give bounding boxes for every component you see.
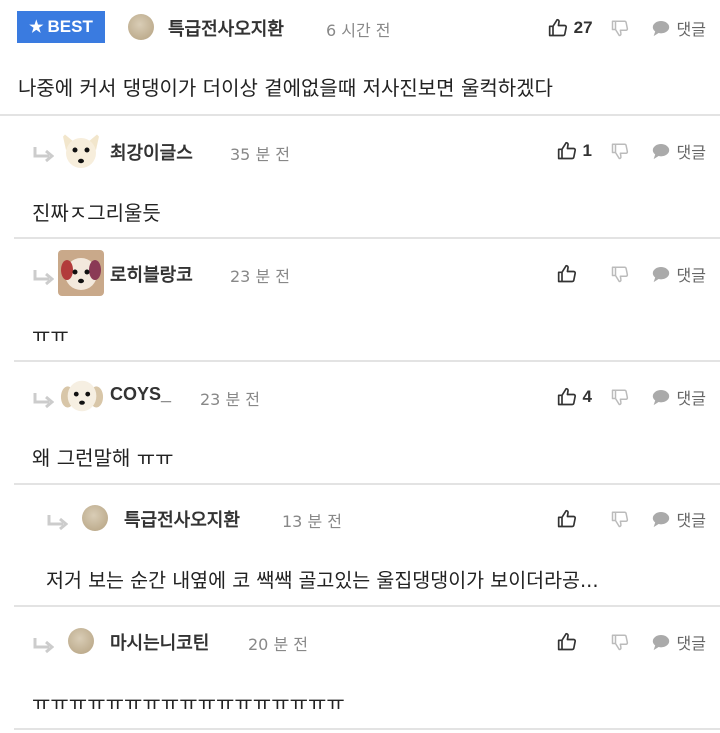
divider <box>14 237 720 239</box>
comment-text: 나중에 커서 댕댕이가 더이상 곁에없을때 저사진보면 울컥하겠다 <box>18 76 553 100</box>
timestamp: 23 분 전 <box>230 267 290 286</box>
speech-bubble-icon <box>651 142 671 160</box>
username[interactable]: 마시는니코틴 <box>110 629 209 655</box>
reply-arrow-icon <box>32 269 54 287</box>
like-count: 4 <box>582 387 593 406</box>
thumbs-up-icon <box>557 141 577 161</box>
comment-actions: 댓글 <box>557 630 706 654</box>
thumbs-down-icon <box>611 19 629 37</box>
username[interactable]: 최강이글스 <box>110 139 193 165</box>
best-badge: ★ BEST <box>17 11 105 43</box>
thumbs-down-icon <box>611 142 629 160</box>
dog-avatar-icon[interactable] <box>58 250 104 296</box>
dislike-button[interactable] <box>611 633 629 651</box>
reply-arrow-icon <box>32 637 54 655</box>
reply-label: 댓글 <box>676 634 706 653</box>
like-count: 27 <box>573 18 593 37</box>
reply-label: 댓글 <box>676 389 706 408</box>
comment-actions: 댓글 <box>557 507 706 531</box>
reply-button[interactable]: 댓글 <box>651 630 706 654</box>
speech-bubble-icon <box>651 19 671 37</box>
comment-text: 진짜ㅈ그리울듯 <box>32 201 161 225</box>
avatar[interactable] <box>128 14 154 40</box>
comment-actions: 댓글 <box>557 262 706 286</box>
thumbs-up-icon <box>557 387 577 407</box>
comment-actions: 4 댓글 <box>557 385 706 409</box>
like-button[interactable] <box>557 264 593 284</box>
thumbs-up-icon <box>557 264 577 284</box>
username[interactable]: 특급전사오지환 <box>124 506 240 532</box>
timestamp: 20 분 전 <box>248 635 308 654</box>
username[interactable]: 특급전사오지환 <box>168 15 284 41</box>
avatar[interactable] <box>82 505 108 531</box>
dislike-button[interactable] <box>611 265 629 283</box>
avatar[interactable] <box>68 628 94 654</box>
like-count: 1 <box>582 141 593 160</box>
thumbs-down-icon <box>611 388 629 406</box>
like-button[interactable]: 1 <box>557 141 593 161</box>
speech-bubble-icon <box>651 265 671 283</box>
reply-label: 댓글 <box>676 20 706 39</box>
username[interactable]: COYS_ <box>110 384 171 405</box>
comment-text: ㅠㅠㅠㅠㅠㅠㅠㅠㅠㅠㅠㅠㅠㅠㅠㅠㅠ <box>32 691 345 715</box>
divider <box>14 605 720 607</box>
dislike-button[interactable] <box>611 388 629 406</box>
like-button[interactable] <box>557 632 593 652</box>
reply-button[interactable]: 댓글 <box>651 139 706 163</box>
dog-avatar-icon[interactable] <box>58 128 104 174</box>
reply-arrow-icon <box>32 392 54 410</box>
like-button[interactable] <box>557 509 593 529</box>
timestamp: 6 시간 전 <box>326 21 391 40</box>
reply-arrow-icon <box>32 146 54 164</box>
speech-bubble-icon <box>651 388 671 406</box>
best-label: BEST <box>47 17 93 36</box>
divider <box>14 483 720 485</box>
timestamp: 35 분 전 <box>230 145 290 164</box>
reply-label: 댓글 <box>676 511 706 530</box>
like-button[interactable]: 27 <box>548 18 593 38</box>
comment-text: 저거 보는 순간 내옆에 코 쌕쌕 골고있는 울집댕댕이가 보이더라공... <box>46 569 599 592</box>
divider <box>14 360 720 362</box>
dislike-button[interactable] <box>611 19 629 37</box>
comment-text: ㅠㅠ <box>32 323 69 347</box>
reply-label: 댓글 <box>676 266 706 285</box>
thumbs-up-icon <box>548 18 568 38</box>
thumbs-down-icon <box>611 265 629 283</box>
thumbs-down-icon <box>611 510 629 528</box>
speech-bubble-icon <box>651 633 671 651</box>
thumbs-up-icon <box>557 632 577 652</box>
comment-actions: 1 댓글 <box>557 139 706 163</box>
like-button[interactable]: 4 <box>557 387 593 407</box>
reply-button[interactable]: 댓글 <box>651 262 706 286</box>
reply-arrow-icon <box>46 514 68 532</box>
divider <box>0 114 720 116</box>
username[interactable]: 로히블랑코 <box>110 261 193 287</box>
comment-text: 왜 그런말해 ㅠㅠ <box>32 446 174 470</box>
divider <box>14 728 720 730</box>
reply-button[interactable]: 댓글 <box>651 16 706 40</box>
timestamp: 23 분 전 <box>200 390 260 409</box>
thumbs-down-icon <box>611 633 629 651</box>
comment-actions: 27 댓글 <box>548 16 706 40</box>
reply-label: 댓글 <box>676 143 706 162</box>
timestamp: 13 분 전 <box>282 512 342 531</box>
thumbs-up-icon <box>557 509 577 529</box>
reply-button[interactable]: 댓글 <box>651 385 706 409</box>
reply-button[interactable]: 댓글 <box>651 507 706 531</box>
dog-avatar-icon[interactable] <box>60 374 106 420</box>
dislike-button[interactable] <box>611 510 629 528</box>
star-icon: ★ <box>29 19 44 36</box>
speech-bubble-icon <box>651 510 671 528</box>
dislike-button[interactable] <box>611 142 629 160</box>
